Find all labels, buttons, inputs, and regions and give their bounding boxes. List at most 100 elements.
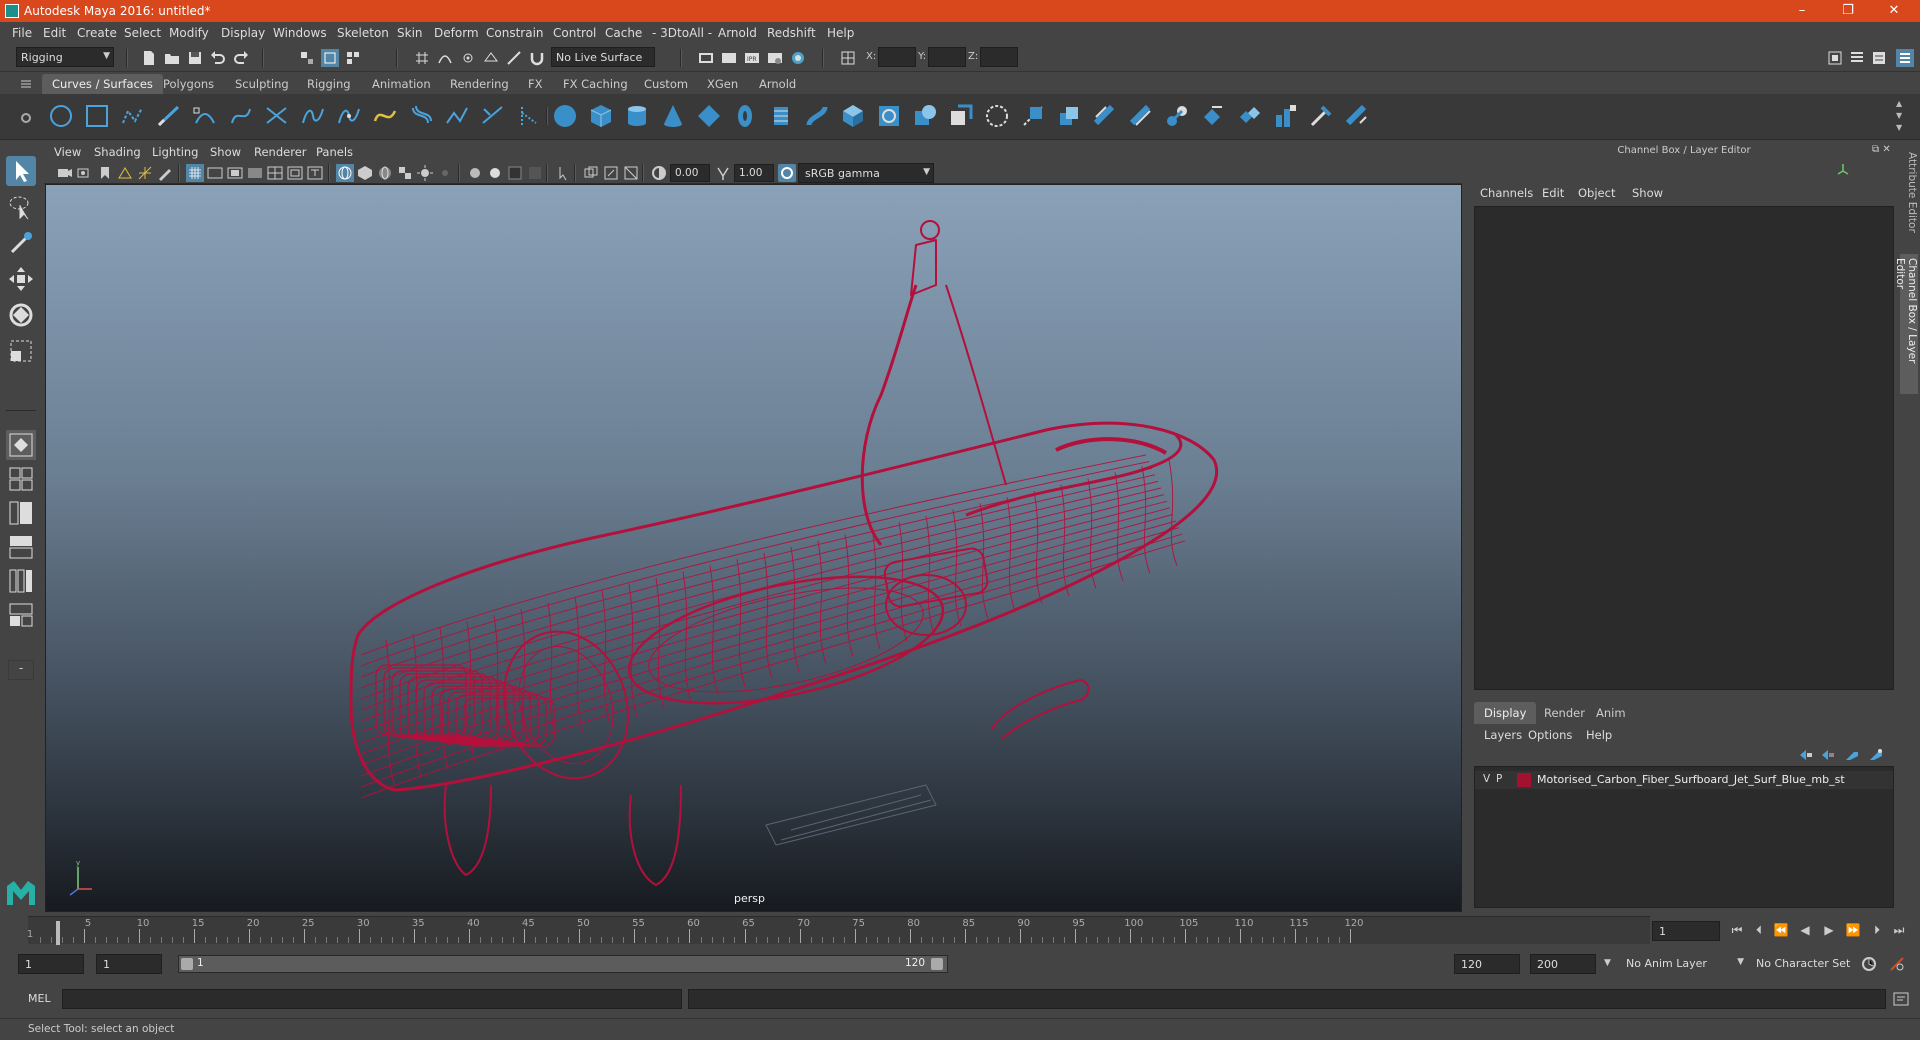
exposure-field[interactable]: 0.00 [670, 164, 710, 182]
time-slider-track[interactable]: 1 5 10 15 20 25 30 35 40 45 50 55 60 65 70 75 80 85 90 95 1… [27, 916, 1650, 945]
birail-icon[interactable] [912, 103, 938, 129]
menu-control[interactable]: Control [553, 26, 596, 40]
layer-menu-layers[interactable]: Layers [1484, 728, 1522, 742]
step-forward-key-icon[interactable]: ⏩ [1844, 921, 1862, 939]
snap-point-icon[interactable] [459, 49, 477, 67]
undo-icon[interactable] [209, 49, 227, 67]
persp-outliner-graph-layout-icon[interactable] [6, 566, 36, 596]
attach-curves-icon[interactable] [264, 103, 290, 129]
shelf-tab-xgen[interactable]: XGen [697, 74, 748, 94]
render-frame-icon[interactable] [720, 49, 738, 67]
shelf-tab-rigging[interactable]: Rigging [297, 74, 361, 94]
offset-curve-icon[interactable] [408, 103, 434, 129]
untrim-icon[interactable] [1164, 103, 1190, 129]
detach-surfaces-icon[interactable] [1236, 103, 1262, 129]
axis-icon[interactable] [1836, 162, 1850, 176]
shelf-tab-polygons[interactable]: Polygons [153, 74, 224, 94]
shelf-settings-icon[interactable] [20, 112, 32, 124]
new-empty-layer-icon[interactable] [1844, 748, 1860, 762]
layer-name[interactable]: Motorised_Carbon_Fiber_Surfboard_Jet_Sur… [1537, 773, 1845, 786]
perspective-viewport[interactable]: y persp [45, 184, 1462, 912]
menu-windows[interactable]: Windows [273, 26, 327, 40]
xray-joints-icon[interactable] [602, 164, 620, 182]
camera-attributes-icon[interactable] [76, 164, 94, 182]
step-forward-icon[interactable]: ⏵ [1868, 921, 1886, 939]
vp-menu-renderer[interactable]: Renderer [254, 145, 307, 159]
layer-playback-toggle[interactable]: P [1496, 773, 1502, 785]
menu-select[interactable]: Select [124, 26, 161, 40]
new-layer-selected-icon[interactable] [1868, 748, 1884, 762]
cb-menu-object[interactable]: Object [1578, 186, 1615, 200]
pencil-curve-tool-icon[interactable] [228, 103, 254, 129]
live-surface-field[interactable]: No Live Surface [551, 47, 655, 67]
nurbs-cube-icon[interactable] [588, 103, 614, 129]
tool-settings-icon[interactable] [1870, 49, 1888, 67]
film-gate-icon[interactable] [206, 164, 224, 182]
range-slider-bar[interactable]: 1 120 [178, 955, 948, 973]
vp-menu-shading[interactable]: Shading [94, 145, 141, 159]
trim-tool-icon[interactable] [1128, 103, 1154, 129]
image-plane-icon[interactable] [116, 164, 134, 182]
ep-curve-tool-icon[interactable] [156, 103, 182, 129]
auto-key-icon[interactable] [1860, 955, 1878, 973]
smooth-shade-icon[interactable] [356, 164, 374, 182]
maximize-button[interactable]: ❐ [1826, 0, 1870, 22]
depth-of-field-icon[interactable] [526, 164, 544, 182]
x-field[interactable] [878, 47, 916, 67]
vp-menu-show[interactable]: Show [210, 145, 241, 159]
move-tool-icon[interactable] [6, 264, 36, 294]
single-perspective-layout-icon[interactable] [6, 430, 36, 460]
safe-action-icon[interactable] [286, 164, 304, 182]
play-forwards-icon[interactable]: ▶ [1820, 921, 1838, 939]
transform-input-icon[interactable] [839, 49, 857, 67]
2d-pan-zoom-icon[interactable] [136, 164, 154, 182]
shelf-tab-fx-caching[interactable]: FX Caching [553, 74, 638, 94]
select-component-icon[interactable] [344, 49, 362, 67]
range-end-handle[interactable] [931, 958, 943, 970]
gate-mask-icon[interactable] [246, 164, 264, 182]
snap-grid-icon[interactable] [413, 49, 431, 67]
gamma-field[interactable]: 1.00 [734, 164, 774, 182]
select-hierarchy-icon[interactable] [298, 49, 316, 67]
nurbs-square-icon[interactable] [84, 103, 110, 129]
render-settings-icon[interactable] [766, 49, 784, 67]
current-frame-field[interactable]: 1 [1652, 921, 1720, 941]
menu-constrain[interactable]: Constrain [486, 26, 544, 40]
lasso-tool-icon[interactable] [6, 192, 36, 222]
hypershade-icon[interactable] [789, 49, 807, 67]
panel-float-close-icons[interactable]: ⧉ ✕ [1872, 144, 1894, 158]
layer-menu-options[interactable]: Options [1528, 728, 1572, 742]
menu-help[interactable]: Help [827, 26, 854, 40]
grease-pencil-icon[interactable] [156, 164, 174, 182]
scale-tool-icon[interactable] [6, 336, 36, 366]
save-scene-icon[interactable] [186, 49, 204, 67]
revolve-icon[interactable] [768, 103, 794, 129]
move-layer-down-icon[interactable] [1820, 748, 1836, 762]
menu-redshift[interactable]: Redshift [767, 26, 816, 40]
shelf-tab-curves-surfaces[interactable]: Curves / Surfaces [42, 74, 163, 94]
z-field[interactable] [980, 47, 1018, 67]
move-layer-up-icon[interactable] [1798, 748, 1814, 762]
boundary-icon[interactable] [984, 103, 1010, 129]
loft-icon[interactable] [804, 103, 830, 129]
animation-start-field[interactable]: 1 [18, 954, 84, 974]
layer-tab-display[interactable]: Display [1474, 702, 1537, 724]
extend-curve-icon[interactable] [372, 103, 398, 129]
use-all-lights-icon[interactable] [416, 164, 434, 182]
layer-menu-help[interactable]: Help [1586, 728, 1612, 742]
insert-knot-icon[interactable] [336, 103, 362, 129]
isolate-select-icon[interactable] [554, 164, 572, 182]
animation-end-field[interactable]: 200 [1530, 954, 1596, 974]
cv-curve-tool-icon[interactable] [120, 103, 146, 129]
field-chart-icon[interactable] [266, 164, 284, 182]
shelf-menu-icon[interactable] [20, 78, 32, 90]
menu-skeleton[interactable]: Skeleton [337, 26, 389, 40]
nurbs-plane-icon[interactable] [696, 103, 722, 129]
paint-select-tool-icon[interactable] [6, 228, 36, 258]
attribute-editor-icon[interactable] [1848, 49, 1866, 67]
shadows-icon[interactable] [436, 164, 454, 182]
select-object-icon[interactable] [321, 49, 339, 67]
select-tool-icon[interactable] [6, 156, 36, 186]
shelf-tab-arnold[interactable]: Arnold [749, 74, 806, 94]
nurbs-cylinder-icon[interactable] [624, 103, 650, 129]
